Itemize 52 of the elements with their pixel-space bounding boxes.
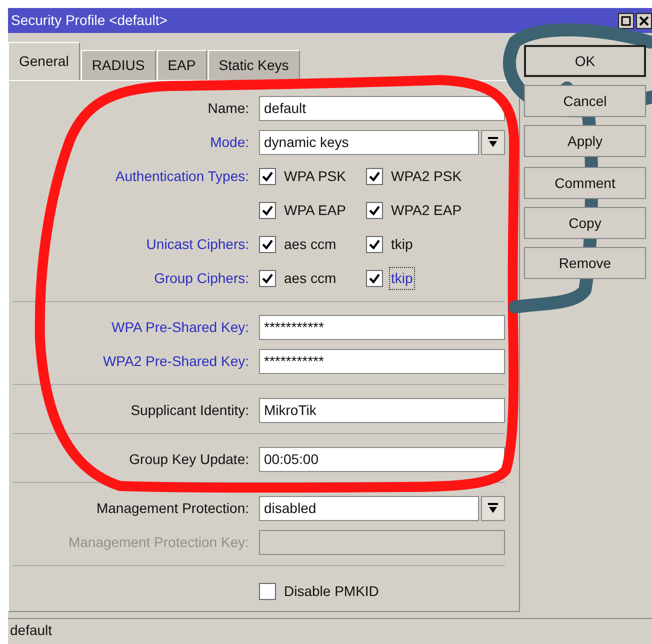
- checkbox-label[interactable]: WPA2 PSK: [389, 164, 464, 188]
- field-label: WPA Pre-Shared Key:: [110, 318, 249, 337]
- field-label: Management Protection:: [95, 498, 249, 518]
- checkbox[interactable]: [366, 168, 383, 184]
- tab[interactable]: EAP: [156, 50, 207, 80]
- checkbox[interactable]: [259, 270, 276, 286]
- field-label: Group Key Update:: [128, 450, 249, 469]
- checkbox-label[interactable]: tkip: [389, 232, 415, 256]
- field-label: Name:: [206, 98, 249, 118]
- checkbox-label[interactable]: aes ccm: [282, 232, 338, 256]
- checkbox-label[interactable]: Disable PMKID: [282, 580, 381, 602]
- window-title: Security Profile <default>: [11, 11, 168, 30]
- text-field[interactable]: 00:05:00: [259, 446, 505, 472]
- field-label: Mode:: [209, 132, 249, 152]
- dropdown-field[interactable]: disabled: [259, 496, 479, 520]
- checkbox-label[interactable]: WPA2 EAP: [389, 198, 464, 222]
- close-icon[interactable]: [636, 12, 652, 28]
- dialog-button[interactable]: Remove: [524, 247, 646, 279]
- field-label: Supplicant Identity:: [130, 400, 249, 420]
- dropdown-icon[interactable]: [481, 496, 505, 520]
- tab[interactable]: RADIUS: [80, 50, 156, 80]
- text-field[interactable]: ***********: [259, 348, 505, 374]
- checkbox[interactable]: [259, 582, 276, 600]
- checkbox[interactable]: [366, 202, 383, 218]
- dropdown-field[interactable]: dynamic keys: [259, 130, 479, 154]
- status-bar: default: [8, 618, 652, 640]
- text-field[interactable]: default: [259, 96, 505, 120]
- checkbox[interactable]: [366, 236, 383, 252]
- text-field[interactable]: MikroTik: [259, 398, 505, 422]
- dialog-button[interactable]: Apply: [524, 125, 646, 157]
- checkbox-label[interactable]: aes ccm: [282, 266, 338, 290]
- field-label: Unicast Ciphers:: [145, 234, 249, 254]
- dialog-button[interactable]: OK: [524, 45, 646, 77]
- tab[interactable]: General: [8, 42, 80, 80]
- maximize-icon[interactable]: [618, 12, 634, 28]
- text-field[interactable]: ***********: [259, 314, 505, 340]
- checkbox[interactable]: [366, 270, 383, 286]
- checkbox-label[interactable]: WPA EAP: [282, 198, 348, 222]
- field-label: WPA2 Pre-Shared Key:: [102, 352, 249, 371]
- checkbox-label[interactable]: tkip: [389, 266, 415, 290]
- checkbox[interactable]: [259, 168, 276, 184]
- checkbox-label[interactable]: WPA PSK: [282, 164, 348, 188]
- field-label: Management Protection Key:: [67, 532, 249, 552]
- field-label: Group Ciphers:: [153, 268, 249, 288]
- checkbox[interactable]: [259, 202, 276, 218]
- field-label: Authentication Types:: [114, 166, 249, 186]
- dialog-button[interactable]: Cancel: [524, 85, 646, 117]
- tab[interactable]: Static Keys: [208, 50, 300, 80]
- dropdown-icon[interactable]: [481, 130, 505, 154]
- checkbox[interactable]: [259, 236, 276, 252]
- dialog-button[interactable]: Copy: [524, 207, 646, 239]
- dialog-button[interactable]: Comment: [524, 167, 646, 199]
